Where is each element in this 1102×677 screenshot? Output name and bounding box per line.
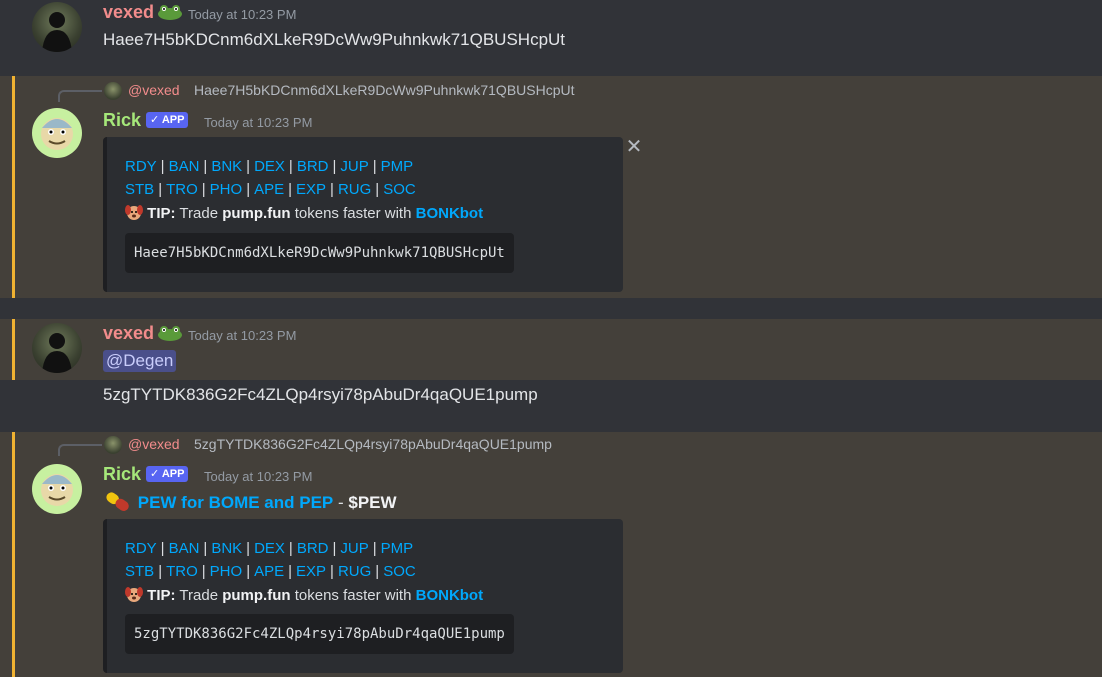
- avatar-rick[interactable]: [32, 108, 82, 158]
- pill-emoji-icon: [106, 492, 129, 512]
- link-dex[interactable]: DEX: [254, 540, 285, 557]
- tip-token: pump.fun: [222, 587, 291, 604]
- app-badge: ✓ APP: [146, 112, 189, 128]
- reply-author[interactable]: @vexed: [128, 436, 180, 452]
- tip-token: pump.fun: [222, 205, 291, 222]
- message-vexed-2: vexed Today at 10:23 PM @Degen: [0, 319, 1102, 380]
- reply-avatar[interactable]: [104, 436, 122, 454]
- token-ticker: $PEW: [348, 493, 397, 512]
- embed-link-row-2: STB | TRO | PHO | APE | EXP | RUG | SOC: [125, 563, 416, 580]
- link-soc[interactable]: SOC: [383, 563, 416, 580]
- author-name[interactable]: Rick: [103, 464, 141, 485]
- link-ape[interactable]: APE: [254, 563, 284, 580]
- link-stb[interactable]: STB: [125, 563, 154, 580]
- close-icon[interactable]: ✕: [624, 137, 644, 157]
- link-rdy[interactable]: RDY: [125, 540, 157, 557]
- link-pho[interactable]: PHO: [210, 181, 243, 198]
- message-rick-1: @vexed Haee7H5bKDCnm6dXLkeR9DcWw9Puhnkwk…: [0, 76, 1102, 298]
- reply-avatar[interactable]: [104, 82, 122, 100]
- embed-card: RDY | BAN | BNK | DEX | BRD | JUP | PMP STB | TRO | PHO |…: [103, 137, 623, 292]
- avatar-vexed[interactable]: [32, 2, 82, 52]
- user-mention[interactable]: @Degen: [103, 350, 177, 372]
- link-bnk[interactable]: BNK: [211, 540, 242, 557]
- rick-face-icon: [35, 467, 79, 511]
- person-silhouette-icon: [42, 333, 72, 373]
- app-badge: ✓ APP: [146, 466, 189, 482]
- embed-link-row-2: STB | TRO | PHO | APE | EXP | RUG | SOC: [125, 181, 416, 198]
- contract-code-block[interactable]: Haee7H5bKDCnm6dXLkeR9DcWw9Puhnkwk71QBUSH…: [125, 233, 514, 273]
- message-rick-2: @vexed 5zgTYTDK836G2Fc4ZLQp4rsyi78pAbuDr…: [0, 432, 1102, 677]
- contract-code-block[interactable]: 5zgTYTDK836G2Fc4ZLQp4rsyi78pAbuDr4qaQUE1…: [125, 614, 514, 654]
- tip-pre: Trade: [175, 205, 223, 222]
- embed-tip: TIP: Trade pump.fun tokens faster with B…: [125, 586, 483, 604]
- link-ban[interactable]: BAN: [169, 540, 200, 557]
- author-name[interactable]: vexed: [103, 323, 154, 344]
- link-pmp[interactable]: PMP: [381, 540, 414, 557]
- link-ape[interactable]: APE: [254, 181, 284, 198]
- timestamp[interactable]: Today at 10:23 PM: [204, 469, 312, 484]
- tip-label: TIP:: [147, 205, 176, 222]
- reply-connector: [58, 90, 102, 102]
- message-content: 5zgTYTDK836G2Fc4ZLQp4rsyi78pAbuDr4qaQUE1…: [103, 385, 538, 404]
- message-vexed-2-continued: 5zgTYTDK836G2Fc4ZLQp4rsyi78pAbuDr4qaQUE1…: [0, 380, 1102, 422]
- link-brd[interactable]: BRD: [297, 158, 329, 175]
- link-rug[interactable]: RUG: [338, 181, 371, 198]
- embed-card: RDY | BAN | BNK | DEX | BRD | JUP | PMP STB | TRO | PHO |…: [103, 519, 623, 673]
- rick-face-icon: [35, 111, 79, 155]
- link-pho[interactable]: PHO: [210, 563, 243, 580]
- frog-emoji-icon: [157, 4, 183, 20]
- timestamp[interactable]: Today at 10:23 PM: [188, 328, 296, 343]
- timestamp[interactable]: Today at 10:23 PM: [188, 7, 296, 22]
- link-exp[interactable]: EXP: [296, 181, 326, 198]
- dog-emoji-icon: [125, 587, 143, 602]
- message-vexed-1: vexed Today at 10:23 PM Haee7H5bKDCnm6dX…: [0, 0, 1102, 72]
- link-tro[interactable]: TRO: [166, 563, 198, 580]
- frog-emoji-icon: [157, 325, 183, 341]
- link-tro[interactable]: TRO: [166, 181, 198, 198]
- embed-tip: TIP: Trade pump.fun tokens faster with B…: [125, 204, 483, 222]
- reply-preview[interactable]: 5zgTYTDK836G2Fc4ZLQp4rsyi78pAbuDr4qaQUE1…: [194, 436, 552, 452]
- title-dash: -: [333, 493, 349, 512]
- embed-title-line: PEW for BOME and PEP - $PEW: [103, 491, 397, 513]
- dog-emoji-icon: [125, 205, 143, 220]
- tip-mid: tokens faster with: [290, 205, 416, 222]
- link-dex[interactable]: DEX: [254, 158, 285, 175]
- avatar-rick[interactable]: [32, 464, 82, 514]
- link-rdy[interactable]: RDY: [125, 158, 157, 175]
- embed-link-row-1: RDY | BAN | BNK | DEX | BRD | JUP | PMP: [125, 158, 414, 175]
- tip-label: TIP:: [147, 587, 176, 604]
- reply-preview[interactable]: Haee7H5bKDCnm6dXLkeR9DcWw9Puhnkwk71QBUSH…: [194, 82, 575, 98]
- tip-mid: tokens faster with: [290, 587, 416, 604]
- embed-link-row-1: RDY | BAN | BNK | DEX | BRD | JUP | PMP: [125, 540, 414, 557]
- link-stb[interactable]: STB: [125, 181, 154, 198]
- link-soc[interactable]: SOC: [383, 181, 416, 198]
- message-content: Haee7H5bKDCnm6dXLkeR9DcWw9Puhnkwk71QBUSH…: [103, 30, 566, 49]
- link-exp[interactable]: EXP: [296, 563, 326, 580]
- link-ban[interactable]: BAN: [169, 158, 200, 175]
- link-pmp[interactable]: PMP: [381, 158, 414, 175]
- link-jup[interactable]: JUP: [340, 158, 368, 175]
- link-brd[interactable]: BRD: [297, 540, 329, 557]
- link-jup[interactable]: JUP: [340, 540, 368, 557]
- embed-title-link[interactable]: PEW for BOME and PEP: [138, 493, 334, 512]
- link-bnk[interactable]: BNK: [211, 158, 242, 175]
- avatar-vexed[interactable]: [32, 323, 82, 373]
- bonkbot-link[interactable]: BONKbot: [416, 205, 484, 222]
- bonkbot-link[interactable]: BONKbot: [416, 587, 484, 604]
- timestamp[interactable]: Today at 10:23 PM: [204, 115, 312, 130]
- author-name[interactable]: vexed: [103, 2, 154, 23]
- reply-author[interactable]: @vexed: [128, 82, 180, 98]
- tip-pre: Trade: [175, 587, 223, 604]
- link-rug[interactable]: RUG: [338, 563, 371, 580]
- person-silhouette-icon: [42, 12, 72, 52]
- reply-connector: [58, 444, 102, 456]
- author-name[interactable]: Rick: [103, 110, 141, 131]
